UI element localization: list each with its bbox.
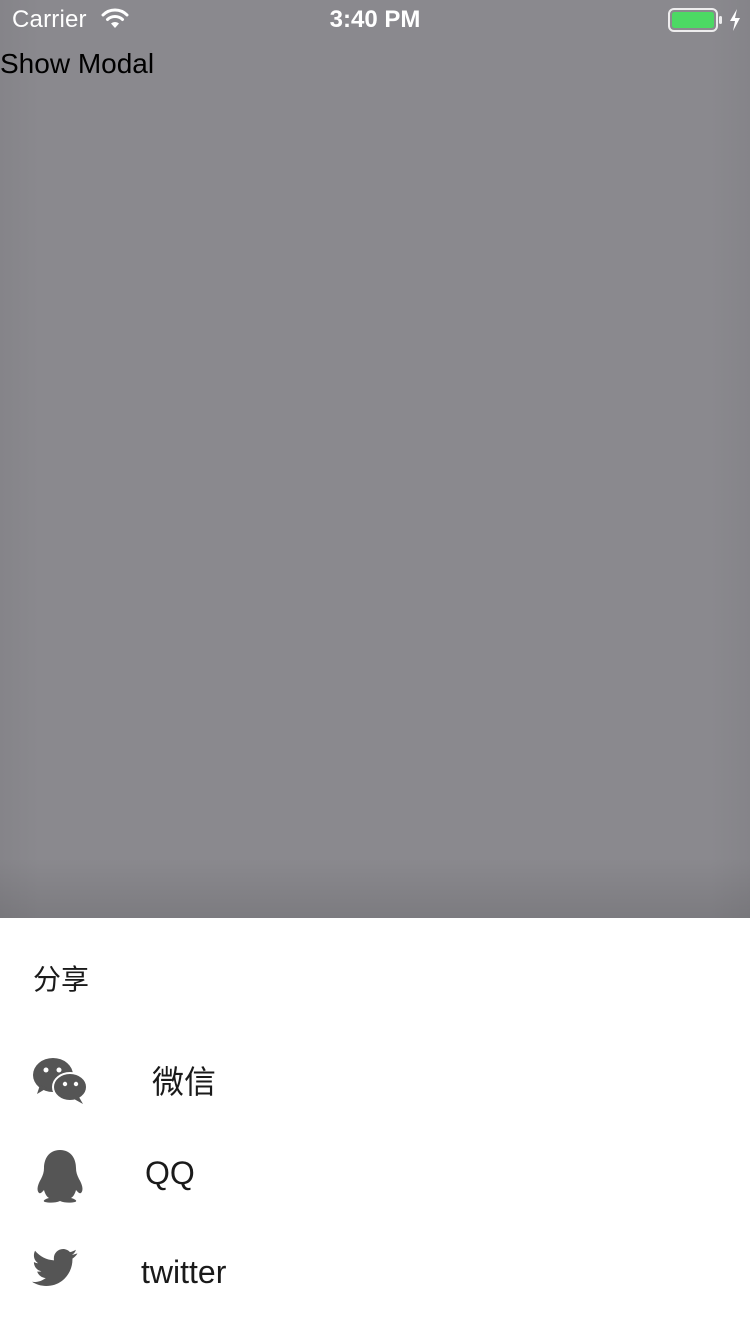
charging-bolt-icon	[730, 9, 740, 31]
show-modal-button[interactable]: Show Modal	[0, 48, 154, 80]
share-sheet-title: 分享	[33, 963, 90, 996]
battery-icon	[668, 8, 722, 32]
share-item-label: QQ	[145, 1155, 195, 1191]
modal-backdrop[interactable]	[0, 0, 750, 918]
status-time: 3:40 PM	[329, 6, 421, 33]
share-item-twitter[interactable]: twitter	[0, 1226, 750, 1316]
twitter-icon	[32, 1249, 78, 1287]
wechat-icon	[33, 1058, 88, 1104]
share-item-label: 微信	[152, 1063, 217, 1101]
share-item-label: twitter	[141, 1254, 227, 1290]
share-sheet: 分享 微信 QQ twitter	[0, 918, 750, 1334]
share-item-wechat[interactable]: 微信	[0, 1033, 750, 1123]
share-item-qq[interactable]: QQ	[0, 1130, 750, 1220]
status-bar: Carrier 3:40 PM	[0, 0, 750, 40]
qq-icon	[37, 1150, 83, 1203]
